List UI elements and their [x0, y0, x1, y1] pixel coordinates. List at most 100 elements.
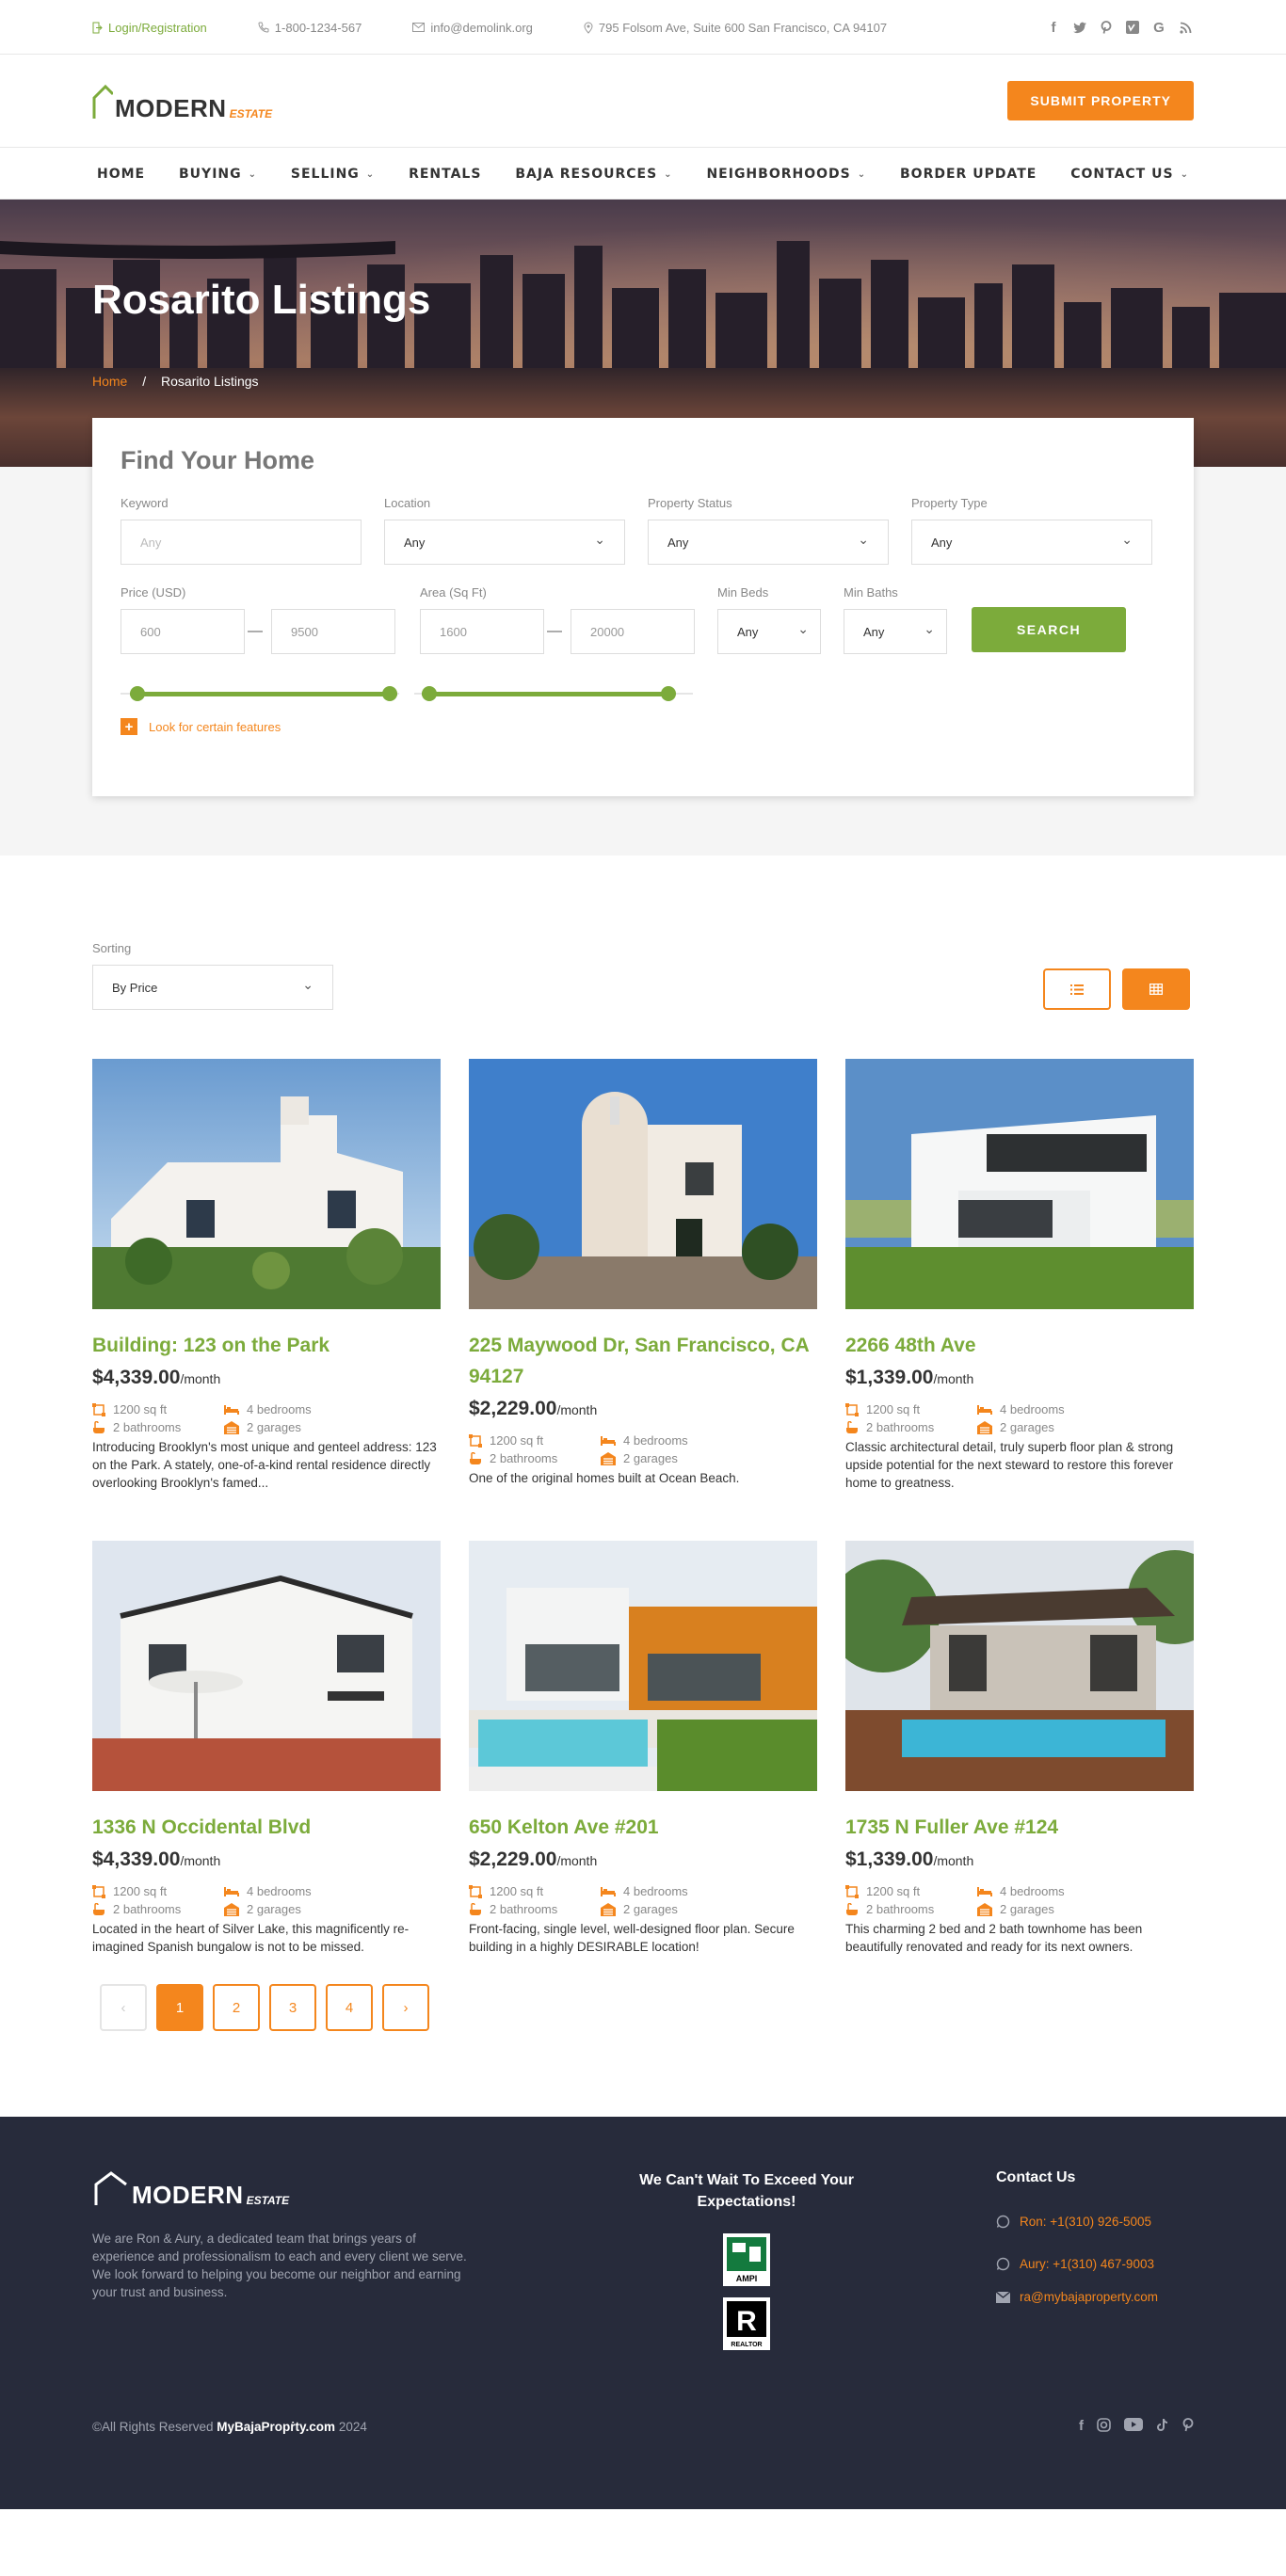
- price-min-input[interactable]: 600: [121, 609, 245, 654]
- listing-title[interactable]: 225 Maywood Dr, San Francisco, CA 94127: [469, 1330, 817, 1392]
- keyword-input[interactable]: Any: [121, 520, 362, 565]
- nav-item-selling[interactable]: SELLING ⌄: [286, 167, 379, 182]
- listing-card[interactable]: 1336 N Occidental Blvd $4,339.00/month 1…: [92, 1541, 441, 1956]
- youtube-icon[interactable]: [1124, 2418, 1143, 2436]
- facebook-icon[interactable]: f: [1079, 2418, 1084, 2436]
- nav-item-rentals[interactable]: RENTALS: [404, 167, 486, 182]
- breadcrumb-home-link[interactable]: Home: [92, 374, 127, 389]
- listing-description: This charming 2 bed and 2 bath townhome …: [845, 1922, 1143, 1954]
- next-page-button[interactable]: ›: [382, 1984, 429, 2031]
- rss-icon[interactable]: [1177, 19, 1194, 36]
- price-max-input[interactable]: 9500: [271, 609, 395, 654]
- tiktok-icon[interactable]: [1156, 2418, 1169, 2436]
- area-slider-min-handle[interactable]: [422, 686, 437, 701]
- facebook-icon[interactable]: f: [1045, 19, 1062, 36]
- property-image[interactable]: [469, 1059, 817, 1309]
- nav-item-border-update[interactable]: BORDER UPDATE: [895, 167, 1041, 182]
- whatsapp-icon: [996, 2215, 1010, 2229]
- listing-features: 1200 sq ft 4 bedrooms 2 bathrooms 2 gara…: [845, 1402, 1194, 1434]
- submit-property-button[interactable]: SUBMIT PROPERTY: [1007, 81, 1194, 120]
- mail-icon: [412, 23, 426, 32]
- nav-item-baja-resources[interactable]: BAJA RESOURCES ⌄: [510, 167, 677, 182]
- pinterest-icon[interactable]: [1182, 2418, 1194, 2436]
- baths-field-group: Min Baths Any: [844, 585, 947, 654]
- features-label[interactable]: Look for certain features: [149, 720, 281, 734]
- property-image[interactable]: [92, 1059, 441, 1309]
- page-button-2[interactable]: 2: [213, 1984, 260, 2031]
- login-link[interactable]: Login/Registration: [92, 21, 207, 35]
- property-image[interactable]: [845, 1059, 1194, 1309]
- bedroom-feature: 4 bedrooms: [601, 1433, 732, 1448]
- listing-card[interactable]: 225 Maywood Dr, San Francisco, CA 94127 …: [469, 1059, 817, 1492]
- min-baths-select[interactable]: Any: [844, 609, 947, 654]
- area-max-input[interactable]: 20000: [571, 609, 695, 654]
- instagram-icon[interactable]: [1097, 2418, 1111, 2436]
- bedroom-feature: 4 bedrooms: [977, 1402, 1109, 1416]
- listing-card[interactable]: Building: 123 on the Park $4,339.00/mont…: [92, 1059, 441, 1492]
- listing-title[interactable]: 1336 N Occidental Blvd: [92, 1812, 441, 1843]
- prev-page-button[interactable]: ‹: [100, 1984, 147, 2031]
- property-image[interactable]: [845, 1541, 1194, 1791]
- search-button[interactable]: SEARCH: [972, 607, 1126, 652]
- vimeo-icon[interactable]: [1124, 19, 1141, 36]
- area-icon: [469, 1884, 482, 1898]
- area-range-slider[interactable]: [414, 686, 693, 701]
- garage-feature: 2 garages: [601, 1451, 732, 1465]
- top-bar: Login/Registration 1-800-1234-567 info@d…: [0, 0, 1286, 55]
- listing-title[interactable]: 2266 48th Ave: [845, 1330, 1194, 1361]
- grid-view-button[interactable]: [1122, 968, 1190, 1010]
- page-button-3[interactable]: 3: [269, 1984, 316, 2031]
- listings-section: Sorting By Price Building: 123 on the Pa…: [92, 941, 1194, 2031]
- listing-card[interactable]: 2266 48th Ave $1,339.00/month 1200 sq ft…: [845, 1059, 1194, 1492]
- area-label: Area (Sq Ft): [420, 585, 487, 600]
- footer-tagline: We Can't Wait To Exceed Your Expectation…: [639, 2172, 854, 2210]
- area-feature: 1200 sq ft: [92, 1402, 224, 1416]
- listing-title[interactable]: 1735 N Fuller Ave #124: [845, 1812, 1194, 1843]
- footer-logo[interactable]: MODERN ESTATE: [92, 2169, 469, 2207]
- bed-icon: [224, 1886, 239, 1896]
- listing-card[interactable]: 1735 N Fuller Ave #124 $1,339.00/month 1…: [845, 1541, 1194, 1956]
- footer-about: MODERN ESTATE We are Ron & Aury, a dedic…: [92, 2169, 469, 2350]
- list-view-button[interactable]: [1043, 968, 1111, 1010]
- min-beds-select[interactable]: Any: [717, 609, 821, 654]
- garage-icon: [224, 1420, 239, 1434]
- twitter-icon[interactable]: [1071, 19, 1088, 36]
- sorting-select[interactable]: By Price: [92, 965, 333, 1010]
- status-label: Property Status: [648, 496, 732, 510]
- nav-item-neighborhoods[interactable]: NEIGHBORHOODS ⌄: [701, 167, 871, 182]
- features-toggle[interactable]: + Look for certain features: [121, 718, 1165, 735]
- location-select[interactable]: Any: [384, 520, 625, 565]
- nav-item-home[interactable]: HOME: [92, 167, 150, 182]
- price-slider-max-handle[interactable]: [382, 686, 397, 701]
- google-icon[interactable]: G: [1150, 19, 1167, 36]
- view-toggle: [1043, 968, 1190, 1010]
- price-slider-min-handle[interactable]: [130, 686, 145, 701]
- property-type-select[interactable]: Any: [911, 520, 1152, 565]
- area-slider-max-handle[interactable]: [661, 686, 676, 701]
- site-logo[interactable]: MODERN ESTATE: [92, 81, 272, 120]
- contact-email[interactable]: ra@mybajaproperty.com: [996, 2290, 1158, 2304]
- page-button-4[interactable]: 4: [326, 1984, 373, 2031]
- page-button-1[interactable]: 1: [156, 1984, 203, 2031]
- nav-item-contact-us[interactable]: CONTACT US ⌄: [1066, 167, 1194, 182]
- contact-ron[interactable]: Ron: +1(310) 926-5005: [996, 2215, 1158, 2229]
- property-image[interactable]: [469, 1541, 817, 1791]
- login-label[interactable]: Login/Registration: [108, 21, 207, 35]
- listing-title[interactable]: Building: 123 on the Park: [92, 1330, 441, 1361]
- area-min-input[interactable]: 1600: [420, 609, 544, 654]
- nav-item-buying[interactable]: BUYING ⌄: [174, 167, 262, 182]
- listing-title[interactable]: 650 Kelton Ave #201: [469, 1812, 817, 1843]
- contact-aury[interactable]: Aury: +1(310) 467-9003: [996, 2257, 1158, 2271]
- area-dash: —: [547, 623, 562, 639]
- plus-icon: +: [121, 718, 137, 735]
- type-label: Property Type: [911, 496, 988, 510]
- area-field-group: Area (Sq Ft) 1600 — 20000: [420, 585, 695, 654]
- location-label: Location: [384, 496, 431, 510]
- price-range-slider[interactable]: [121, 686, 399, 701]
- listing-card[interactable]: 650 Kelton Ave #201 $2,229.00/month 1200…: [469, 1541, 817, 1956]
- property-status-select[interactable]: Any: [648, 520, 889, 565]
- property-image[interactable]: [92, 1541, 441, 1791]
- listing-price: $4,339.00/month: [92, 1367, 221, 1388]
- pinterest-icon[interactable]: [1098, 19, 1115, 36]
- listing-price: $2,229.00/month: [469, 1848, 598, 1870]
